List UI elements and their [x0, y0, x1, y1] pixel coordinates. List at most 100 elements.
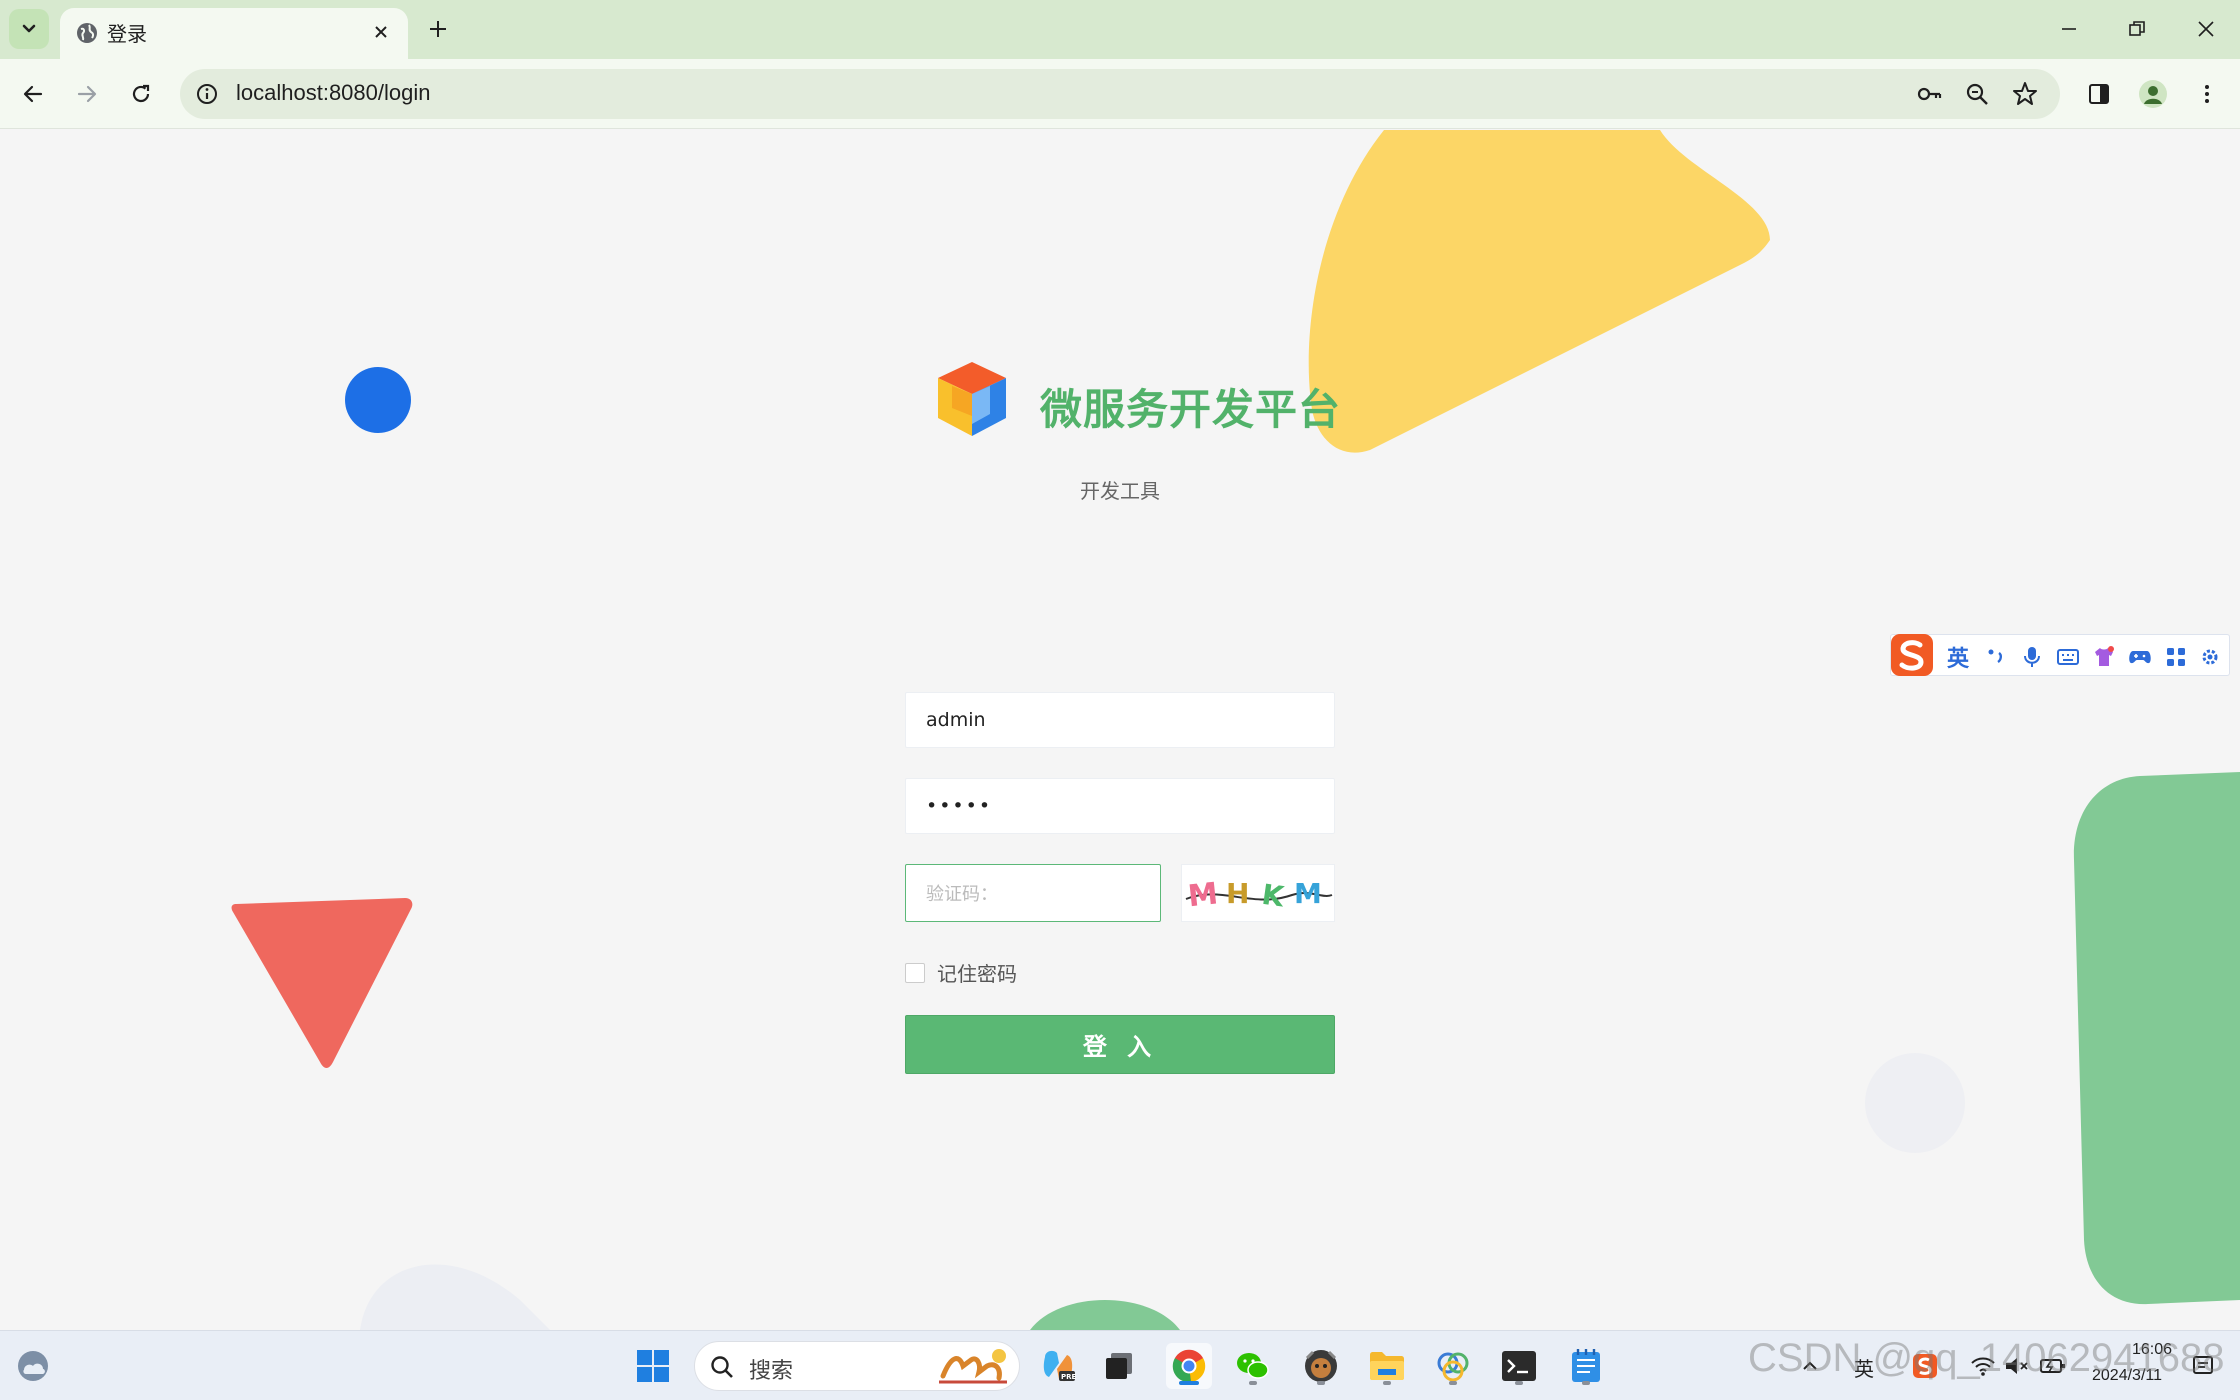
back-button[interactable] [13, 74, 53, 114]
password-key-button[interactable] [1913, 78, 1945, 110]
password-input[interactable]: ••••• [905, 778, 1335, 834]
zoom-icon [1966, 83, 1988, 105]
taskbar-search-label: 搜索 [749, 1359, 794, 1384]
decorative-green-semicircle [1030, 1300, 1180, 1330]
brand-name: 微服务开发平台 [1040, 385, 1342, 434]
plus-icon [430, 21, 446, 37]
chevron-down-icon [22, 24, 36, 33]
arrow-left-icon [23, 85, 43, 103]
tab-search-button[interactable] [9, 9, 49, 49]
brand-header: 微服务开发平台 [930, 358, 1350, 458]
profile-button[interactable] [2133, 74, 2173, 114]
running-indicator [1249, 1381, 1257, 1385]
site-info-button[interactable] [190, 77, 224, 111]
avatar-icon [2139, 80, 2167, 108]
url-text[interactable]: localhost:8080/login [236, 80, 430, 106]
captcha-image[interactable]: M H K M [1181, 864, 1335, 922]
ime-settings-button[interactable] [2197, 644, 2223, 670]
taskbar-copilot[interactable]: PRE [1035, 1343, 1081, 1389]
windows-logo-icon [637, 1350, 669, 1382]
search-highlight-icon [939, 1349, 1007, 1384]
close-tab-button[interactable] [368, 19, 394, 45]
taskbar-file-explorer[interactable] [1364, 1343, 1410, 1389]
restore-button[interactable] [2119, 14, 2155, 44]
bookmark-button[interactable] [2009, 78, 2041, 110]
start-button[interactable] [630, 1343, 676, 1389]
info-icon [197, 84, 217, 104]
taskbar-chrome[interactable] [1166, 1343, 1212, 1389]
captcha-char-2: H [1226, 877, 1249, 910]
weather-icon [18, 1351, 48, 1381]
ime-voice-button[interactable] [2019, 644, 2045, 670]
running-indicator [1582, 1381, 1590, 1385]
address-bar[interactable]: localhost:8080/login [180, 69, 2060, 119]
page-viewport: 微服务开发平台 开发工具 admin ••••• 验证码： M H K M 记住… [0, 130, 2240, 1330]
minimize-button[interactable] [2051, 14, 2087, 44]
star-icon [2013, 82, 2037, 105]
taskbar-app-rings[interactable] [1430, 1343, 1476, 1389]
running-indicator [1317, 1381, 1325, 1385]
close-icon [2198, 21, 2214, 37]
running-indicator [1449, 1381, 1457, 1385]
ime-toolbar: 英 [1890, 634, 2230, 676]
taskbar-app-monkey[interactable] [1298, 1343, 1344, 1389]
cube-logo-icon [938, 362, 1006, 436]
shirt-icon [2095, 646, 2114, 666]
restore-icon [2129, 21, 2145, 36]
running-indicator [1515, 1381, 1523, 1385]
browser-toolbar: localhost:8080/login [0, 59, 2240, 129]
username-input[interactable]: admin [905, 692, 1335, 748]
monkey-app-icon [1305, 1350, 1337, 1382]
reload-button[interactable] [121, 74, 161, 114]
browser-tab-active[interactable]: 登录 [60, 8, 408, 59]
folder-icon [1370, 1352, 1404, 1380]
decorative-red-triangle [231, 898, 413, 1068]
gamepad-icon [2129, 651, 2151, 664]
task-view-icon [1106, 1353, 1132, 1379]
svg-text:PRE: PRE [1061, 1373, 1077, 1381]
login-button[interactable]: 登 入 [905, 1015, 1335, 1074]
sogou-logo-icon [1891, 634, 1933, 676]
ime-keyboard-button[interactable] [2055, 644, 2081, 670]
gear-icon [2202, 649, 2218, 665]
taskbar-task-view[interactable] [1096, 1343, 1142, 1389]
taskbar-wechat[interactable] [1230, 1343, 1276, 1389]
microphone-icon [2024, 647, 2040, 667]
taskbar-notepad[interactable] [1563, 1343, 1609, 1389]
csdn-watermark: CSDN @qq_14062941688 [1748, 1336, 2225, 1380]
punctuation-icon [1988, 649, 2002, 663]
menu-button[interactable] [2187, 74, 2227, 114]
taskbar-terminal[interactable] [1496, 1343, 1542, 1389]
key-icon [1917, 87, 1942, 101]
close-window-button[interactable] [2188, 14, 2224, 44]
ime-mode-toggle[interactable]: 英 [1947, 641, 1969, 673]
ime-skin-button[interactable] [2091, 644, 2117, 670]
remember-checkbox[interactable] [905, 962, 925, 983]
weather-widget[interactable] [10, 1343, 56, 1389]
chrome-icon [1172, 1349, 1206, 1383]
active-indicator [1179, 1381, 1199, 1385]
decorative-faint-shape [360, 1264, 550, 1330]
login-subtitle: 开发工具 [1080, 479, 1160, 503]
browser-tab-bar: 登录 [0, 0, 2240, 59]
forward-button[interactable] [67, 74, 107, 114]
side-panel-button[interactable] [2079, 74, 2119, 114]
ime-game-button[interactable] [2127, 644, 2153, 670]
ime-punct-button[interactable] [1983, 644, 2009, 670]
zoom-button[interactable] [1961, 78, 1993, 110]
remember-password[interactable]: 记住密码 [905, 958, 1017, 987]
remember-label: 记住密码 [937, 962, 1017, 986]
captcha-input[interactable]: 验证码： [905, 864, 1161, 922]
decorative-green-shape [2073, 772, 2240, 1305]
reload-icon [132, 84, 150, 103]
captcha-char-1: M [1186, 876, 1219, 914]
ime-apps-button[interactable] [2163, 644, 2189, 670]
more-vertical-icon [2205, 85, 2209, 103]
notepad-icon [1572, 1349, 1600, 1382]
captcha-char-3: K [1260, 878, 1287, 914]
new-tab-button[interactable] [423, 14, 453, 44]
taskbar-search[interactable]: 搜索 [694, 1341, 1020, 1391]
decorative-blue-circle [345, 367, 411, 433]
side-panel-icon [2089, 84, 2109, 104]
minimize-icon [2062, 28, 2076, 30]
